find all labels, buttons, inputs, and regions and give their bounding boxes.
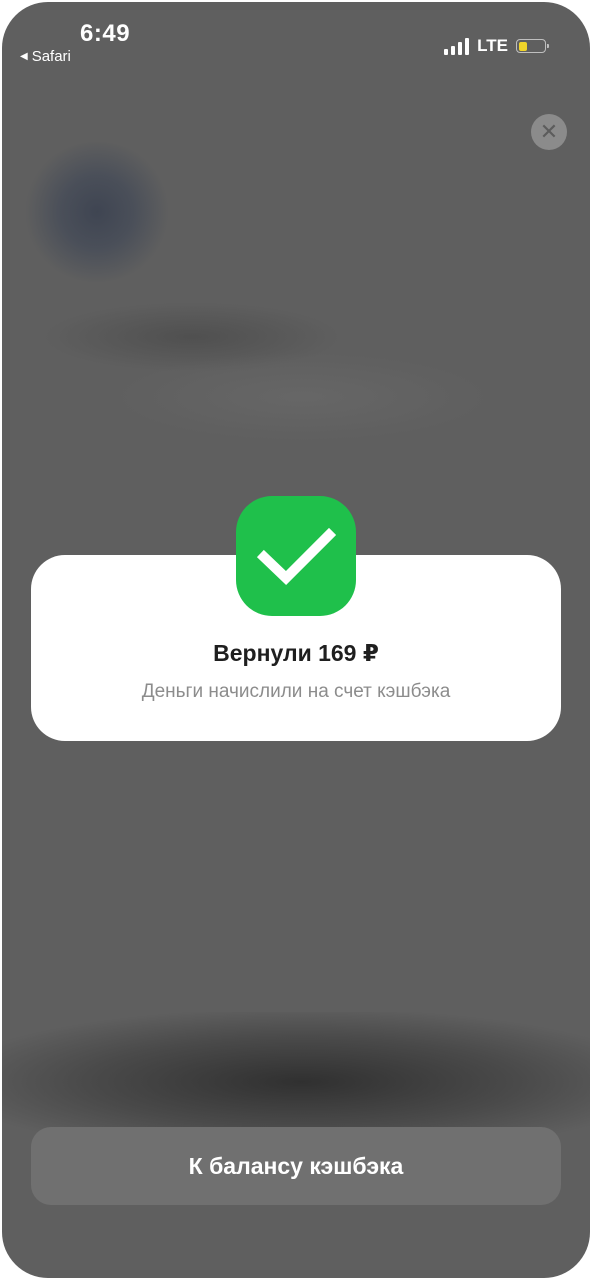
back-to-safari-link[interactable]: ◀ Safari [20,48,71,65]
blurred-text-line [112,352,492,442]
battery-icon [516,39,549,53]
back-to-safari-label: Safari [31,48,71,65]
network-type: LTE [477,36,508,55]
blurred-avatar [22,142,172,282]
battery-cap [547,44,549,48]
battery-level-fill [518,41,527,51]
triangle-left-icon: ◀ [20,51,28,62]
close-button[interactable]: ✕ [531,114,567,150]
cashback-balance-button[interactable]: К балансу кэшбэка [31,1127,561,1205]
blurred-text-line [42,302,342,372]
cashback-balance-button-label: К балансу кэшбэка [188,1152,404,1179]
close-icon: ✕ [539,119,559,144]
success-badge [236,496,356,616]
card-subtitle: Деньги начислили на счет кэшбэка [141,681,451,702]
status-bar: 6:49 ◀ Safari LTE [2,2,590,82]
status-indicators: LTE [444,36,549,56]
status-time: 6:49 [80,20,131,47]
phone-screen: 6:49 ◀ Safari LTE ✕ Вернули 169 ₽ Деньги… [2,2,590,1278]
cellular-signal-icon [444,37,470,55]
checkmark-icon [256,527,336,585]
card-title: Вернули 169 ₽ [213,640,379,666]
